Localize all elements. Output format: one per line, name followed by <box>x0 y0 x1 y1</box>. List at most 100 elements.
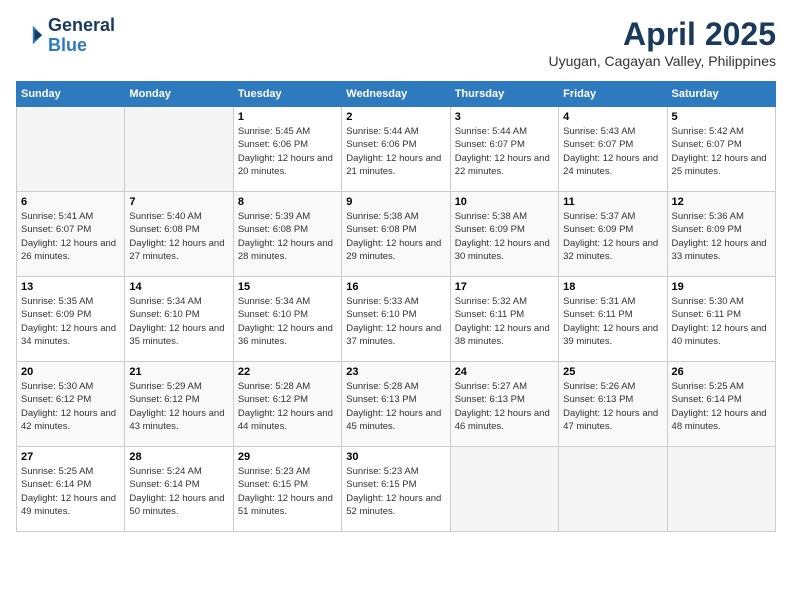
day-of-week-header: Sunday <box>17 82 125 107</box>
day-number: 19 <box>672 281 771 293</box>
calendar-week-row: 20 Sunrise: 5:30 AM Sunset: 6:12 PM Dayli… <box>17 362 776 447</box>
day-number: 11 <box>563 196 662 208</box>
day-number: 16 <box>346 281 445 293</box>
day-info: Sunrise: 5:44 AM Sunset: 6:07 PM Dayligh… <box>455 125 554 178</box>
day-info: Sunrise: 5:40 AM Sunset: 6:08 PM Dayligh… <box>129 210 228 263</box>
calendar-cell: 12 Sunrise: 5:36 AM Sunset: 6:09 PM Dayli… <box>667 192 775 277</box>
month-title: April 2025 <box>548 16 776 53</box>
calendar-cell <box>125 107 233 192</box>
day-number: 22 <box>238 366 337 378</box>
calendar-cell: 9 Sunrise: 5:38 AM Sunset: 6:08 PM Daylig… <box>342 192 450 277</box>
day-number: 17 <box>455 281 554 293</box>
day-number: 15 <box>238 281 337 293</box>
calendar-cell: 4 Sunrise: 5:43 AM Sunset: 6:07 PM Daylig… <box>559 107 667 192</box>
day-info: Sunrise: 5:43 AM Sunset: 6:07 PM Dayligh… <box>563 125 662 178</box>
day-info: Sunrise: 5:31 AM Sunset: 6:11 PM Dayligh… <box>563 295 662 348</box>
day-number: 12 <box>672 196 771 208</box>
day-number: 5 <box>672 111 771 123</box>
day-of-week-header: Monday <box>125 82 233 107</box>
day-number: 23 <box>346 366 445 378</box>
calendar-cell: 5Sunrise: 5:42 AM Sunset: 6:07 PM Daylig… <box>667 107 775 192</box>
calendar-cell: 3Sunrise: 5:44 AM Sunset: 6:07 PM Daylig… <box>450 107 558 192</box>
calendar-cell: 10 Sunrise: 5:38 AM Sunset: 6:09 PM Dayli… <box>450 192 558 277</box>
day-number: 26 <box>672 366 771 378</box>
day-of-week-header: Saturday <box>667 82 775 107</box>
calendar-cell: 19 Sunrise: 5:30 AM Sunset: 6:11 PM Dayli… <box>667 277 775 362</box>
calendar-cell <box>450 447 558 532</box>
calendar-cell: 21Sunrise: 5:29 AM Sunset: 6:12 PM Dayli… <box>125 362 233 447</box>
calendar-week-row: 1 Sunrise: 5:45 AM Sunset: 6:06 PM Daylig… <box>17 107 776 192</box>
calendar-cell: 14 Sunrise: 5:34 AM Sunset: 6:10 PM Dayli… <box>125 277 233 362</box>
logo: General Blue <box>16 16 115 56</box>
title-area: April 2025 Uyugan, Cagayan Valley, Phili… <box>548 16 776 69</box>
day-info: Sunrise: 5:41 AM Sunset: 6:07 PM Dayligh… <box>21 210 120 263</box>
day-number: 28 <box>129 451 228 463</box>
calendar-cell: 25 Sunrise: 5:26 AM Sunset: 6:13 PM Dayli… <box>559 362 667 447</box>
calendar-cell: 28Sunrise: 5:24 AM Sunset: 6:14 PM Dayli… <box>125 447 233 532</box>
day-info: Sunrise: 5:36 AM Sunset: 6:09 PM Dayligh… <box>672 210 771 263</box>
day-info: Sunrise: 5:28 AM Sunset: 6:13 PM Dayligh… <box>346 380 445 433</box>
day-number: 24 <box>455 366 554 378</box>
day-number: 1 <box>238 111 337 123</box>
calendar-cell: 16 Sunrise: 5:33 AM Sunset: 6:10 PM Dayli… <box>342 277 450 362</box>
calendar-cell: 6 Sunrise: 5:41 AM Sunset: 6:07 PM Daylig… <box>17 192 125 277</box>
calendar-cell <box>667 447 775 532</box>
calendar-cell: 15Sunrise: 5:34 AM Sunset: 6:10 PM Dayli… <box>233 277 341 362</box>
calendar-cell: 22 Sunrise: 5:28 AM Sunset: 6:12 PM Dayli… <box>233 362 341 447</box>
day-number: 6 <box>21 196 120 208</box>
day-of-week-header: Thursday <box>450 82 558 107</box>
day-number: 10 <box>455 196 554 208</box>
day-number: 4 <box>563 111 662 123</box>
day-number: 14 <box>129 281 228 293</box>
day-info: Sunrise: 5:25 AM Sunset: 6:14 PM Dayligh… <box>21 465 120 518</box>
day-info: Sunrise: 5:38 AM Sunset: 6:09 PM Dayligh… <box>455 210 554 263</box>
calendar-week-row: 6 Sunrise: 5:41 AM Sunset: 6:07 PM Daylig… <box>17 192 776 277</box>
day-number: 20 <box>21 366 120 378</box>
day-number: 30 <box>346 451 445 463</box>
calendar-cell <box>17 107 125 192</box>
calendar-cell: 26Sunrise: 5:25 AM Sunset: 6:14 PM Dayli… <box>667 362 775 447</box>
day-info: Sunrise: 5:27 AM Sunset: 6:13 PM Dayligh… <box>455 380 554 433</box>
calendar-cell: 24 Sunrise: 5:27 AM Sunset: 6:13 PM Dayli… <box>450 362 558 447</box>
logo-text: General Blue <box>48 16 115 56</box>
day-info: Sunrise: 5:23 AM Sunset: 6:15 PM Dayligh… <box>238 465 337 518</box>
page-header: General Blue April 2025 Uyugan, Cagayan … <box>16 16 776 69</box>
calendar-cell: 17 Sunrise: 5:32 AM Sunset: 6:11 PM Dayli… <box>450 277 558 362</box>
day-info: Sunrise: 5:39 AM Sunset: 6:08 PM Dayligh… <box>238 210 337 263</box>
calendar-cell <box>559 447 667 532</box>
day-info: Sunrise: 5:23 AM Sunset: 6:15 PM Dayligh… <box>346 465 445 518</box>
day-info: Sunrise: 5:38 AM Sunset: 6:08 PM Dayligh… <box>346 210 445 263</box>
day-info: Sunrise: 5:30 AM Sunset: 6:11 PM Dayligh… <box>672 295 771 348</box>
calendar-cell: 29 Sunrise: 5:23 AM Sunset: 6:15 PM Dayli… <box>233 447 341 532</box>
calendar-body: 1 Sunrise: 5:45 AM Sunset: 6:06 PM Daylig… <box>17 107 776 532</box>
day-info: Sunrise: 5:28 AM Sunset: 6:12 PM Dayligh… <box>238 380 337 433</box>
calendar-week-row: 13Sunrise: 5:35 AM Sunset: 6:09 PM Dayli… <box>17 277 776 362</box>
day-info: Sunrise: 5:30 AM Sunset: 6:12 PM Dayligh… <box>21 380 120 433</box>
day-info: Sunrise: 5:37 AM Sunset: 6:09 PM Dayligh… <box>563 210 662 263</box>
day-number: 18 <box>563 281 662 293</box>
calendar-cell: 1 Sunrise: 5:45 AM Sunset: 6:06 PM Daylig… <box>233 107 341 192</box>
day-info: Sunrise: 5:26 AM Sunset: 6:13 PM Dayligh… <box>563 380 662 433</box>
calendar-table: SundayMondayTuesdayWednesdayThursdayFrid… <box>16 81 776 532</box>
day-info: Sunrise: 5:45 AM Sunset: 6:06 PM Dayligh… <box>238 125 337 178</box>
calendar-week-row: 27 Sunrise: 5:25 AM Sunset: 6:14 PM Dayli… <box>17 447 776 532</box>
day-number: 21 <box>129 366 228 378</box>
day-number: 25 <box>563 366 662 378</box>
day-number: 9 <box>346 196 445 208</box>
day-number: 7 <box>129 196 228 208</box>
day-number: 29 <box>238 451 337 463</box>
day-info: Sunrise: 5:32 AM Sunset: 6:11 PM Dayligh… <box>455 295 554 348</box>
day-info: Sunrise: 5:44 AM Sunset: 6:06 PM Dayligh… <box>346 125 445 178</box>
calendar-cell: 2Sunrise: 5:44 AM Sunset: 6:06 PM Daylig… <box>342 107 450 192</box>
calendar-cell: 8Sunrise: 5:39 AM Sunset: 6:08 PM Daylig… <box>233 192 341 277</box>
day-number: 13 <box>21 281 120 293</box>
calendar-cell: 27 Sunrise: 5:25 AM Sunset: 6:14 PM Dayli… <box>17 447 125 532</box>
day-number: 27 <box>21 451 120 463</box>
calendar-cell: 30 Sunrise: 5:23 AM Sunset: 6:15 PM Dayli… <box>342 447 450 532</box>
day-of-week-header: Tuesday <box>233 82 341 107</box>
day-info: Sunrise: 5:33 AM Sunset: 6:10 PM Dayligh… <box>346 295 445 348</box>
calendar-cell: 20 Sunrise: 5:30 AM Sunset: 6:12 PM Dayli… <box>17 362 125 447</box>
calendar-cell: 7 Sunrise: 5:40 AM Sunset: 6:08 PM Daylig… <box>125 192 233 277</box>
day-info: Sunrise: 5:34 AM Sunset: 6:10 PM Dayligh… <box>129 295 228 348</box>
calendar-cell: 13Sunrise: 5:35 AM Sunset: 6:09 PM Dayli… <box>17 277 125 362</box>
